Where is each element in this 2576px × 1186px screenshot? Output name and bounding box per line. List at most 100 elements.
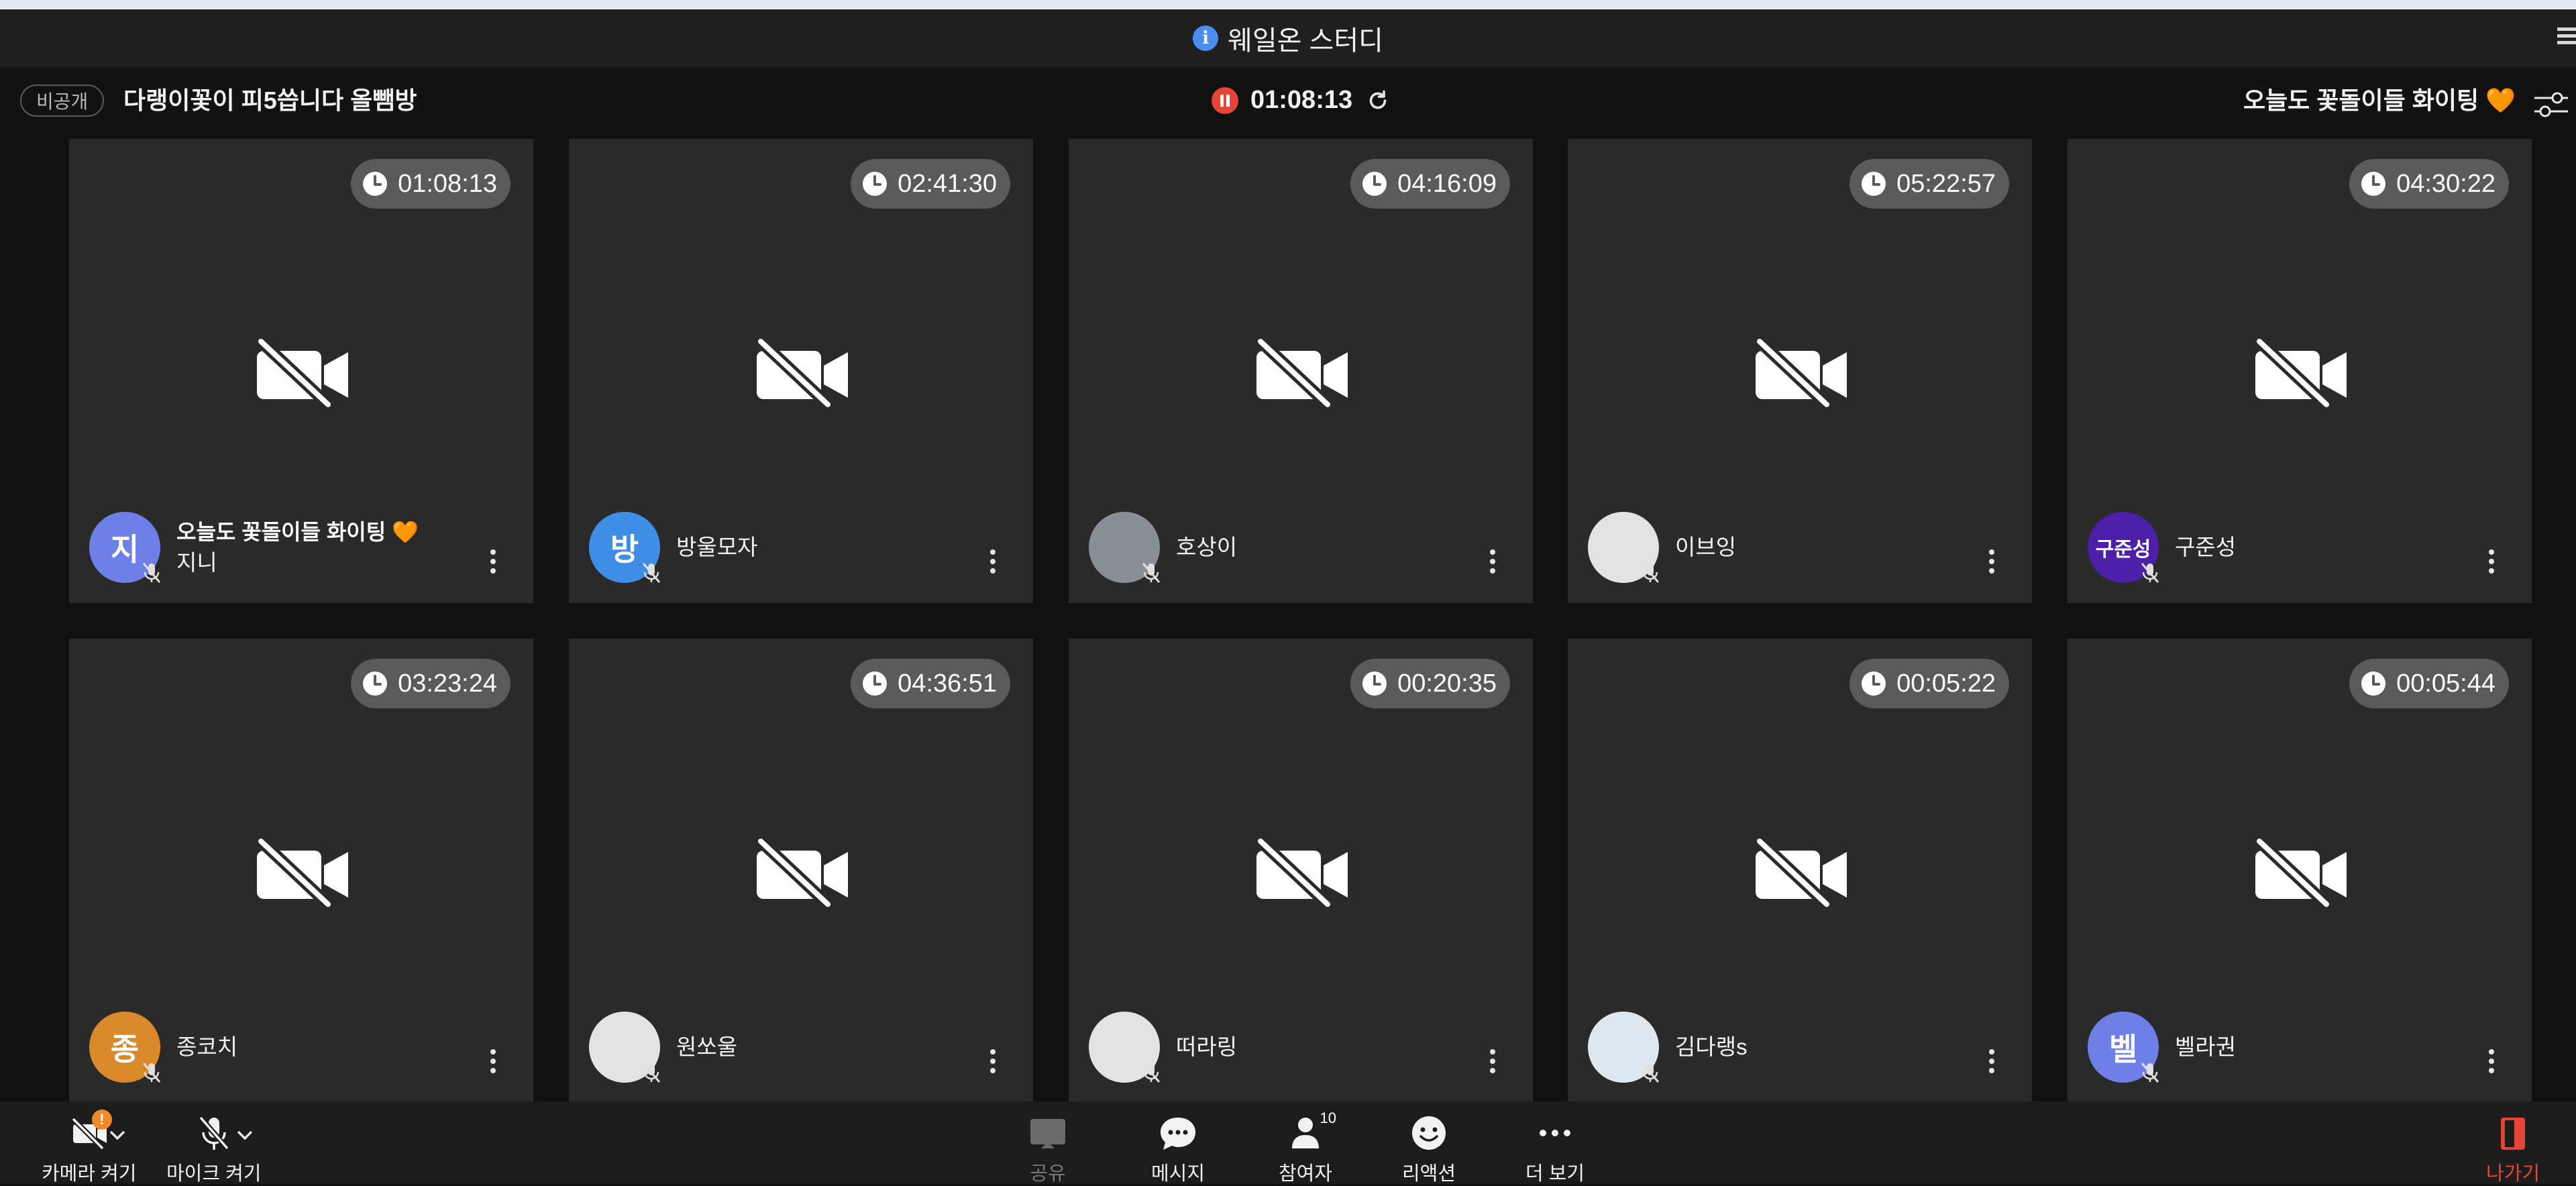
participant-names: 벨라권	[2175, 991, 2236, 1103]
participant-name: 종코치	[176, 1034, 238, 1059]
mic-off-icon	[198, 1116, 229, 1150]
exit-door-icon	[2501, 1118, 2526, 1150]
avatar: 방	[589, 512, 661, 583]
participant-tile[interactable]: 03:23:24 종 종코치	[69, 639, 533, 1103]
clock-icon	[863, 172, 888, 196]
camera-button[interactable]: ! 카메라 켜기	[42, 1110, 137, 1186]
camera-off-icon	[256, 837, 348, 907]
participant-name: 이브잉	[1675, 535, 1737, 559]
more-vertical-icon[interactable]	[1988, 1049, 1996, 1076]
camera-options-chevron-icon[interactable]	[107, 1128, 127, 1142]
participant-tile[interactable]: 04:36:51 원쏘울	[569, 639, 1033, 1103]
camera-off-icon	[256, 337, 348, 407]
camera-off-icon	[1755, 837, 1847, 907]
more-vertical-icon[interactable]	[2487, 549, 2496, 576]
mic-button-label: 마이크 켜기	[166, 1163, 262, 1185]
info-icon[interactable]: i	[1193, 25, 1219, 51]
participant-timer: 00:05:44	[2349, 659, 2509, 708]
smiley-icon	[1412, 1116, 1446, 1150]
more-vertical-icon[interactable]	[1489, 1049, 1497, 1076]
participant-name: 원쏘울	[676, 1034, 738, 1059]
participant-name: 호상이	[1176, 535, 1238, 559]
share-button-label: 공유	[1030, 1163, 1066, 1185]
more-vertical-icon[interactable]	[489, 549, 497, 576]
message-button[interactable]: 메시지	[1151, 1114, 1205, 1186]
share-button[interactable]: 공유	[1026, 1114, 1069, 1186]
top-strip	[0, 0, 2576, 9]
pause-icon[interactable]	[1212, 87, 1238, 114]
camera-off-icon	[756, 837, 848, 907]
chat-bubble-icon	[1161, 1118, 1196, 1150]
camera-off-icon	[1256, 837, 1348, 907]
participant-time: 02:41:30	[898, 169, 997, 198]
mic-off-icon	[142, 563, 161, 583]
participant-tile[interactable]: 04:16:09 호상이	[1069, 139, 1533, 603]
participant-name: 지니	[176, 550, 217, 575]
more-vertical-icon[interactable]	[2487, 1049, 2496, 1076]
participant-tile[interactable]: 00:05:44 벨 벨라권	[2068, 639, 2532, 1103]
more-vertical-icon[interactable]	[989, 1049, 997, 1076]
participant-time: 04:30:22	[2396, 169, 2496, 198]
participant-timer: 01:08:13	[351, 159, 511, 209]
participant-tile[interactable]: 00:20:35 떠라링	[1069, 639, 1533, 1103]
participant-time: 00:05:44	[2396, 669, 2496, 698]
participant-tile[interactable]: 02:41:30 방 방울모자	[569, 139, 1033, 603]
participant-timer: 05:22:57	[1849, 159, 2009, 209]
more-vertical-icon[interactable]	[1988, 549, 1996, 576]
mic-options-chevron-icon[interactable]	[235, 1128, 255, 1142]
participant-time: 04:36:51	[898, 669, 997, 698]
room-timer: 01:08:13	[1212, 86, 1390, 115]
participant-tile[interactable]: 00:05:22 김다랭s	[1568, 639, 2032, 1103]
participant-names: 호상이	[1176, 492, 1237, 603]
avatar-initial: 지	[110, 532, 140, 567]
mic-off-icon	[642, 563, 661, 583]
more-vertical-icon[interactable]	[989, 549, 997, 576]
menu-icon[interactable]	[2557, 24, 2576, 51]
participant-name: 벨라권	[2175, 1034, 2237, 1059]
window-title: 웨일온 스터디	[1228, 26, 1383, 56]
participant-timer: 04:36:51	[851, 659, 1010, 708]
participant-tile[interactable]: 04:30:22 구준성 구준성	[2068, 139, 2532, 603]
reaction-button[interactable]: 리액션	[1402, 1114, 1456, 1186]
participant-tile[interactable]: 01:08:13 지 오늘도 꽃돌이들 화이팅 🧡 지니	[69, 139, 533, 603]
more-button[interactable]: 더 보기	[1525, 1114, 1585, 1186]
more-vertical-icon[interactable]	[489, 1049, 497, 1076]
participant-time: 03:23:24	[398, 669, 497, 698]
avatar	[1588, 512, 1660, 583]
participant-timer: 04:16:09	[1350, 159, 1510, 209]
camera-button-label: 카메라 켜기	[42, 1163, 137, 1185]
clock-icon	[1362, 172, 1387, 196]
participant-timer: 02:41:30	[851, 159, 1010, 209]
participant-name: 떠라링	[1176, 1034, 1238, 1059]
avatar	[1089, 512, 1161, 583]
more-button-label: 더 보기	[1525, 1163, 1585, 1185]
camera-off-icon	[2255, 837, 2347, 907]
mic-off-icon	[642, 1063, 661, 1083]
clock-icon	[1362, 671, 1387, 696]
camera-off-icon	[756, 337, 848, 407]
clock-icon	[2361, 172, 2386, 196]
more-horizontal-icon	[1540, 1130, 1571, 1136]
mic-button[interactable]: 마이크 켜기	[166, 1114, 261, 1186]
participant-name: 구준성	[2175, 535, 2237, 559]
refresh-icon[interactable]	[1366, 89, 1390, 113]
mic-off-icon	[2141, 1063, 2159, 1083]
mic-off-icon	[2141, 563, 2159, 583]
leave-button[interactable]: 나가기	[2486, 1114, 2540, 1186]
mic-off-icon	[142, 1063, 161, 1083]
more-vertical-icon[interactable]	[1489, 549, 1497, 576]
participants-button-label: 참여자	[1279, 1163, 1333, 1185]
mic-off-icon	[1142, 1063, 1161, 1083]
avatar: 구준성	[2088, 512, 2159, 583]
participant-time: 01:08:13	[398, 169, 497, 198]
participants-button[interactable]: 10 참여자	[1279, 1110, 1336, 1186]
avatar: 벨	[2088, 1012, 2159, 1083]
participant-names: 떠라링	[1176, 991, 1237, 1103]
leave-button-label: 나가기	[2486, 1163, 2540, 1185]
participant-names: 김다랭s	[1675, 991, 1748, 1103]
avatar-initial: 방	[610, 532, 639, 567]
participant-name: 방울모자	[676, 535, 758, 559]
participant-status: 오늘도 꽃돌이들 화이팅 🧡	[176, 520, 419, 544]
settings-sliders-icon[interactable]	[2533, 90, 2569, 119]
participant-tile[interactable]: 05:22:57 이브잉	[1568, 139, 2032, 603]
